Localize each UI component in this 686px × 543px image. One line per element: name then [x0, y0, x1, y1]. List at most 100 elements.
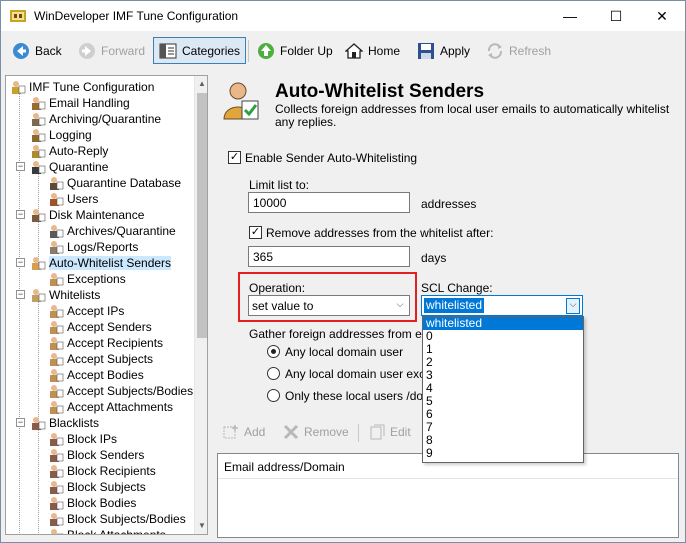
accept-subjects-icon	[50, 353, 64, 366]
tree-item[interactable]: Whitelists	[30, 287, 100, 303]
tree-item[interactable]: Auto-Reply	[30, 143, 108, 159]
scroll-thumb[interactable]	[197, 93, 207, 338]
scl-option[interactable]: 6	[423, 408, 583, 421]
scroll-up-arrow-icon[interactable]: ▲	[195, 76, 207, 92]
main-window: WinDeveloper IMF Tune Configuration — ☐ …	[0, 0, 686, 543]
maximize-button[interactable]: ☐	[593, 1, 639, 31]
tree-item[interactable]: Accept Subjects	[48, 351, 153, 367]
scl-option[interactable]: 5	[423, 395, 583, 408]
tree-item-label: Quarantine Database	[67, 176, 182, 190]
collapse-toggle-icon[interactable]: −	[16, 418, 25, 427]
tree-item[interactable]: Block Subjects/Bodies	[48, 511, 186, 527]
scl-option[interactable]: whitelisted	[423, 317, 583, 330]
limit-input[interactable]: 10000	[248, 192, 410, 213]
tree-item[interactable]: Accept IPs	[48, 303, 124, 319]
categories-button[interactable]: Categories	[153, 37, 247, 64]
back-button[interactable]: Back	[7, 37, 67, 64]
tree-item-label: Block Senders	[67, 448, 145, 462]
tree-item[interactable]: Users	[48, 191, 98, 207]
tree-item[interactable]: Block Subjects	[48, 479, 146, 495]
tree-item-label: Logs/Reports	[67, 240, 139, 254]
scl-change-select[interactable]: whitelisted ⌵	[421, 295, 583, 316]
apply-button[interactable]: Apply	[412, 37, 475, 64]
close-button[interactable]: ✕	[639, 1, 685, 31]
radio-any-except[interactable]	[267, 367, 280, 380]
gather-label: Gather foreign addresses from ema	[249, 327, 439, 341]
remove-days-input[interactable]: 365	[248, 246, 410, 267]
tree-item[interactable]: Blacklists	[30, 415, 99, 431]
tree-item[interactable]: Block Senders	[48, 447, 144, 463]
tree-item[interactable]: Archiving/Quarantine	[30, 111, 161, 127]
tree-item[interactable]: Exceptions	[48, 271, 126, 287]
scl-option[interactable]: 7	[423, 421, 583, 434]
tree-item[interactable]: Accept Subjects/Bodies	[48, 383, 193, 399]
scroll-down-arrow-icon[interactable]: ▼	[195, 518, 207, 534]
tree-item[interactable]: Logs/Reports	[48, 239, 138, 255]
tree-item[interactable]: Accept Bodies	[48, 367, 144, 383]
edit-icon	[370, 424, 385, 440]
tree-item-label: Archives/Quarantine	[67, 224, 176, 238]
tree-item[interactable]: Block IPs	[48, 431, 117, 447]
collapse-toggle-icon[interactable]: −	[16, 290, 25, 299]
tree-item-label: Block Attachments	[67, 528, 166, 535]
home-icon	[345, 42, 363, 59]
limit-label: Limit list to:	[249, 178, 310, 192]
tree-item[interactable]: Quarantine Database	[48, 175, 181, 191]
collapse-toggle-icon[interactable]: −	[16, 258, 25, 267]
tree-item[interactable]: Auto-Whitelist Senders	[30, 255, 172, 271]
scl-option[interactable]: 3	[423, 369, 583, 382]
minimize-button[interactable]: —	[547, 1, 593, 31]
scl-option[interactable]: 9	[423, 447, 583, 460]
scl-option[interactable]: 8	[423, 434, 583, 447]
tree-item[interactable]: Block Recipients	[48, 463, 156, 479]
address-list[interactable]: Email address/Domain	[217, 453, 679, 538]
enable-whitelisting-checkbox[interactable]: ✓	[228, 151, 241, 164]
tree-item-label: Accept Senders	[67, 320, 152, 334]
tree-item[interactable]: Logging	[30, 127, 92, 143]
radio-only-these[interactable]	[267, 389, 280, 402]
tree-item[interactable]: IMF Tune Configuration	[10, 79, 154, 95]
accept-recipients-icon	[50, 337, 64, 350]
tree-item[interactable]: Accept Attachments	[48, 399, 173, 415]
add-button[interactable]: Add	[222, 424, 265, 440]
scl-option[interactable]: 0	[423, 330, 583, 343]
tree-item[interactable]: Disk Maintenance	[30, 207, 144, 223]
tree-item-label: Block Subjects/Bodies	[67, 512, 186, 526]
scl-option[interactable]: 4	[423, 382, 583, 395]
home-button[interactable]: Home	[340, 37, 405, 64]
app-icon	[10, 10, 26, 22]
enable-whitelisting-label: Enable Sender Auto-Whitelisting	[245, 151, 418, 165]
collapse-toggle-icon[interactable]: −	[16, 162, 25, 171]
edit-button[interactable]: Edit	[368, 424, 411, 440]
tree-item[interactable]: Quarantine	[30, 159, 108, 175]
tree-scrollbar[interactable]: ▲ ▼	[194, 76, 207, 534]
scl-option[interactable]: 2	[423, 356, 583, 369]
block-recipients-icon	[50, 465, 64, 478]
tree-item[interactable]: Accept Senders	[48, 319, 152, 335]
main-toolbar: Back Forward Categories Folder Up Home A…	[1, 31, 685, 69]
users-icon	[50, 193, 64, 206]
auto-whitelist-icon	[32, 257, 46, 270]
tree-item[interactable]: Block Bodies	[48, 495, 136, 511]
tree-item[interactable]: Email Handling	[30, 95, 130, 111]
remove-button[interactable]: Remove	[282, 424, 349, 440]
categories-icon	[159, 43, 177, 58]
tree-item[interactable]: Archives/Quarantine	[48, 223, 176, 239]
scl-dropdown-list[interactable]: whitelisted 0 1 2 3 4 5 6 7 8 9	[422, 316, 584, 463]
refresh-button[interactable]: Refresh	[481, 37, 556, 64]
collapse-toggle-icon[interactable]: −	[16, 210, 25, 219]
radio-any-user[interactable]	[267, 345, 280, 358]
config-root-icon	[12, 81, 26, 94]
forward-button[interactable]: Forward	[73, 37, 150, 64]
folder-up-button[interactable]: Folder Up	[252, 37, 338, 64]
scl-option[interactable]: 1	[423, 343, 583, 356]
tree-item-label: Block Subjects	[67, 480, 146, 494]
tree-item-label: Whitelists	[49, 288, 101, 302]
tree-item-label: Blacklists	[49, 416, 100, 430]
remove-after-checkbox[interactable]: ✓	[249, 226, 262, 239]
tree-item[interactable]: Accept Recipients	[48, 335, 163, 351]
tree-item-label: Accept IPs	[67, 304, 125, 318]
tree-item[interactable]: Block Attachments	[48, 527, 166, 535]
title-bar: WinDeveloper IMF Tune Configuration — ☐ …	[1, 1, 685, 31]
home-label: Home	[368, 43, 401, 58]
